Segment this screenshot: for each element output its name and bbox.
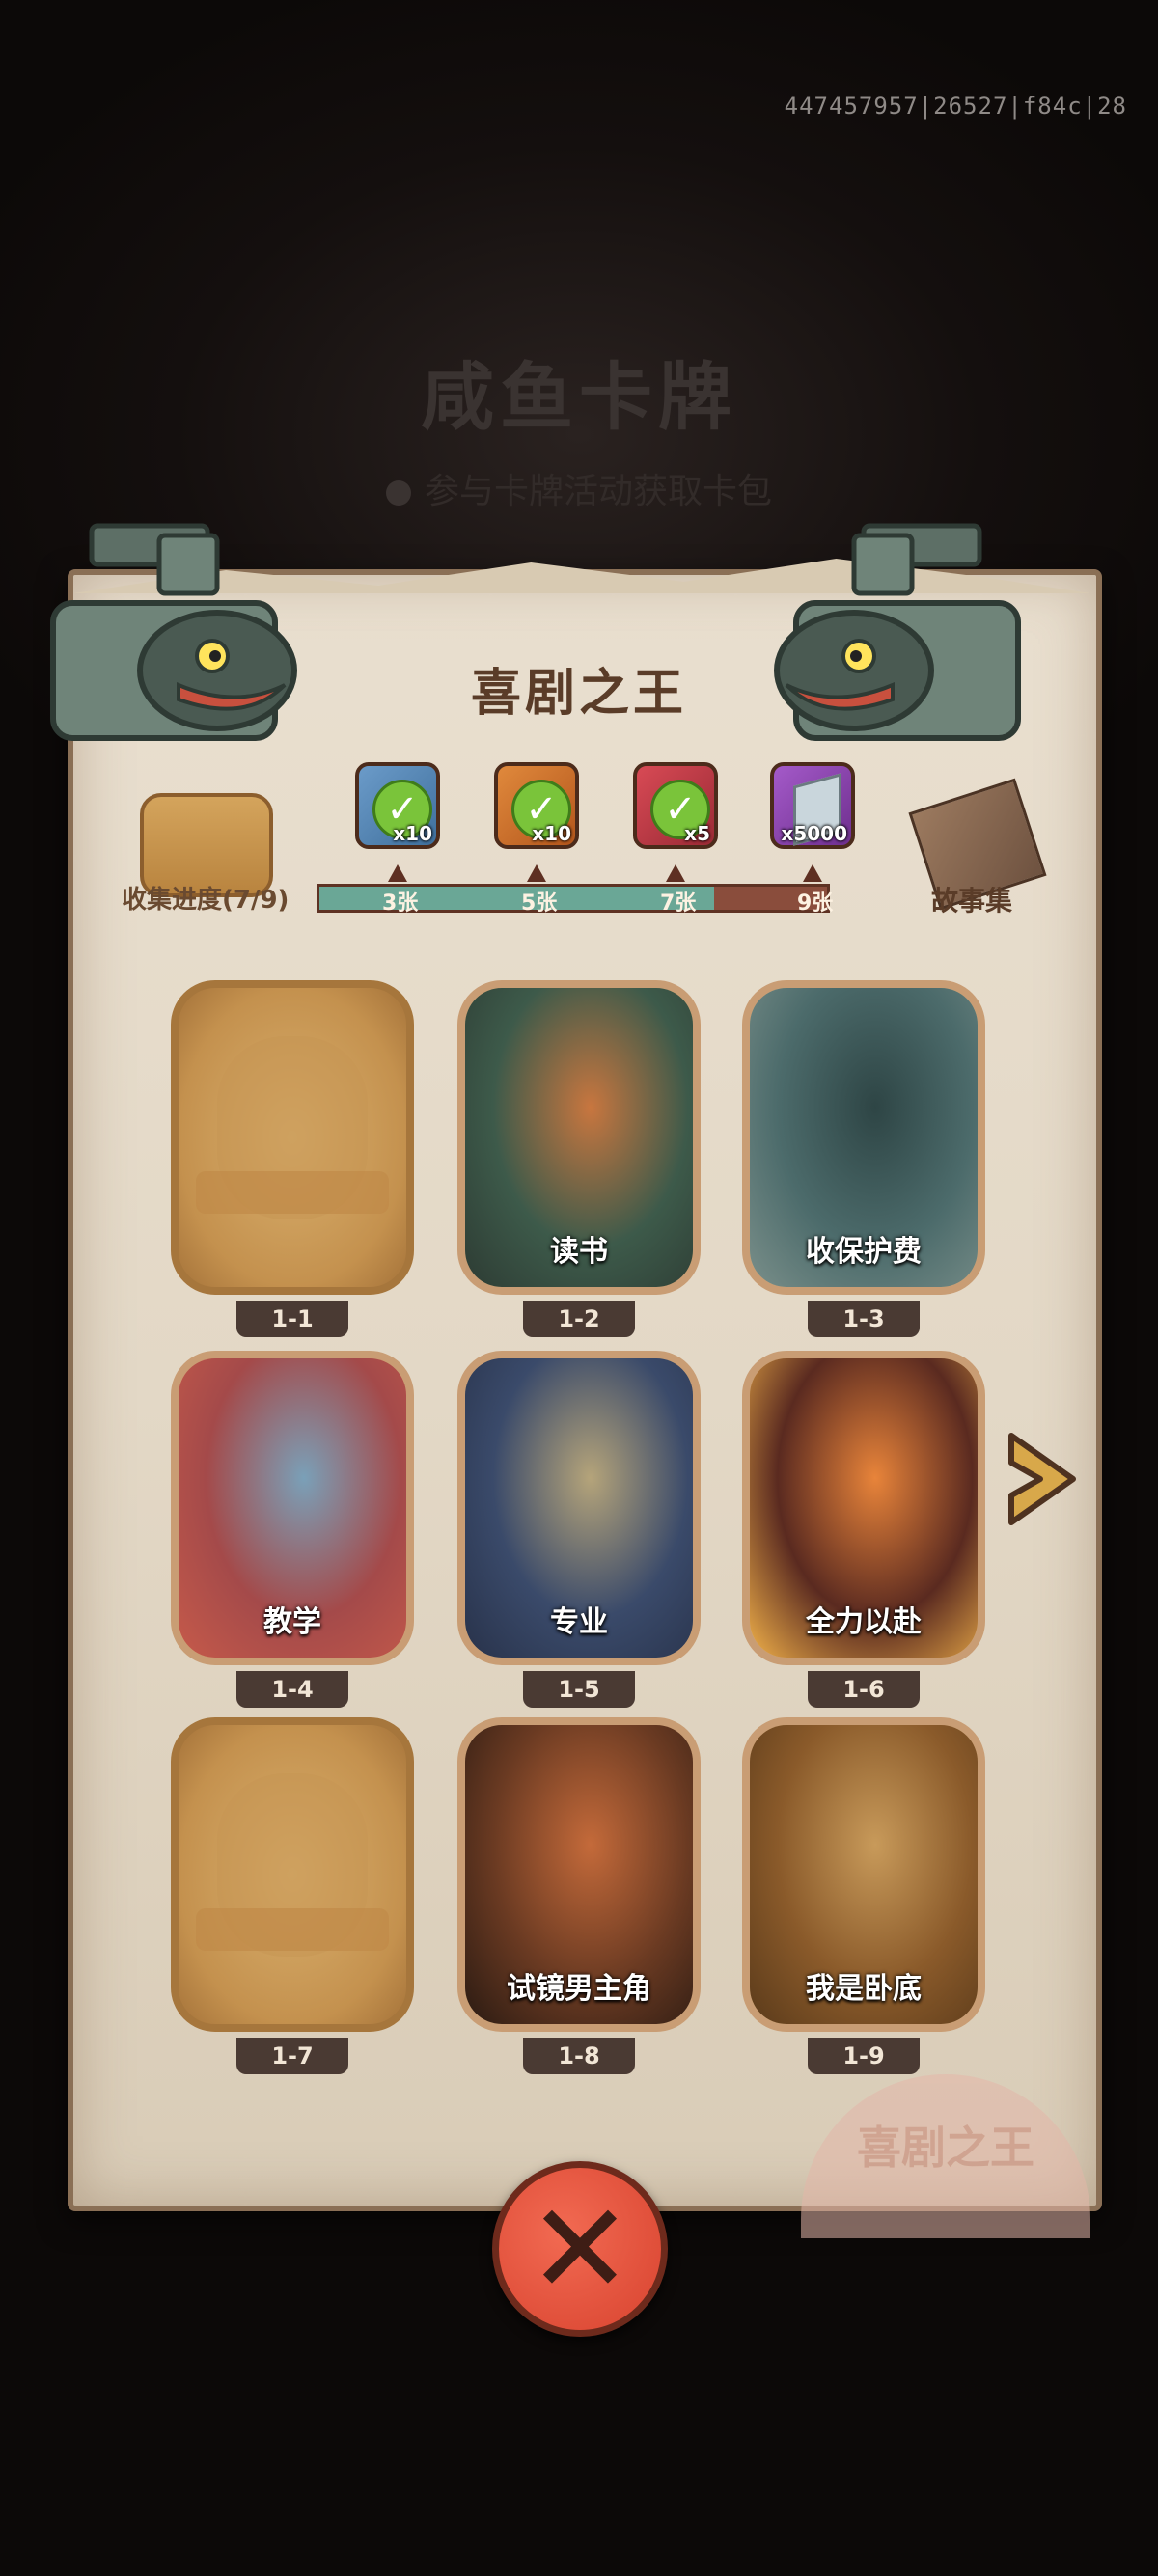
- close-button[interactable]: ✕: [492, 2161, 668, 2337]
- card-number: 1-5: [523, 1671, 635, 1708]
- card-unlocked[interactable]: 全力以赴: [742, 1351, 985, 1665]
- card-locked[interactable]: [171, 1717, 414, 2032]
- orange-item-icon[interactable]: ✓ x10: [494, 762, 579, 849]
- background-subtitle-text: 参与卡牌活动获取卡包: [424, 472, 772, 511]
- card-locked[interactable]: [171, 980, 414, 1295]
- card-unlocked[interactable]: 收保护费: [742, 980, 985, 1295]
- milestone-label: 3张: [382, 891, 419, 916]
- milestone-marker: [803, 864, 822, 882]
- story-collection-label[interactable]: 故事集: [931, 880, 1012, 918]
- card-number: 1-8: [523, 2038, 635, 2074]
- crystal-icon[interactable]: x5000: [770, 762, 855, 849]
- card-name: 我是卧底: [806, 1972, 922, 2006]
- card-name: 收保护费: [806, 1235, 922, 1269]
- background-title: 咸鱼卡牌: [421, 354, 737, 440]
- card-name: 专业: [550, 1605, 608, 1639]
- collection-progress-label: 收集进度(7/9): [122, 886, 290, 915]
- card-number: 1-4: [236, 1671, 348, 1708]
- next-page-arrow-icon[interactable]: [1004, 1426, 1081, 1532]
- card-name: 试镜男主角: [507, 1972, 651, 2006]
- reward-quantity: x5000: [781, 822, 847, 845]
- card-unlocked[interactable]: 我是卧底: [742, 1717, 985, 2032]
- milestone-marker: [527, 864, 546, 882]
- uid-text: 447457957|26527|f84c|28: [784, 93, 1127, 120]
- stamp-text: 喜剧之王: [857, 2122, 1034, 2174]
- milestone-label: 7张: [660, 891, 697, 916]
- card-number: 1-6: [808, 1671, 920, 1708]
- card-name: 全力以赴: [806, 1605, 922, 1639]
- card-number: 1-9: [808, 2038, 920, 2074]
- card-unlocked[interactable]: 试镜男主角: [457, 1717, 701, 2032]
- locked-ribbon: [196, 1171, 389, 1214]
- green-item-icon[interactable]: ✓ x10: [355, 762, 440, 849]
- close-icon: ✕: [527, 2176, 633, 2322]
- locked-ribbon: [196, 1908, 389, 1951]
- card-unlocked[interactable]: 读书: [457, 980, 701, 1295]
- bullet-icon: [385, 480, 411, 506]
- collection-title: 喜剧之王: [470, 665, 687, 723]
- milestone-marker: [666, 864, 685, 882]
- reward-quantity: x5: [684, 822, 710, 845]
- card-name: 读书: [550, 1235, 608, 1269]
- card-number: 1-3: [808, 1301, 920, 1337]
- card-name: 教学: [263, 1605, 321, 1639]
- gem-orb-icon[interactable]: ✓ x5: [633, 762, 718, 849]
- card-number: 1-7: [236, 2038, 348, 2074]
- card-unlocked[interactable]: 教学: [171, 1351, 414, 1665]
- reward-quantity: x10: [532, 822, 571, 845]
- background-subtitle: 参与卡牌活动获取卡包: [0, 463, 1158, 513]
- card-number: 1-2: [523, 1301, 635, 1337]
- milestone-label: 9张: [797, 891, 834, 916]
- milestone-marker: [388, 864, 407, 882]
- card-unlocked[interactable]: 专业: [457, 1351, 701, 1665]
- card-number: 1-1: [236, 1301, 348, 1337]
- progress-bar-fill: [319, 887, 715, 910]
- milestone-label: 5张: [521, 891, 558, 916]
- reward-quantity: x10: [393, 822, 432, 845]
